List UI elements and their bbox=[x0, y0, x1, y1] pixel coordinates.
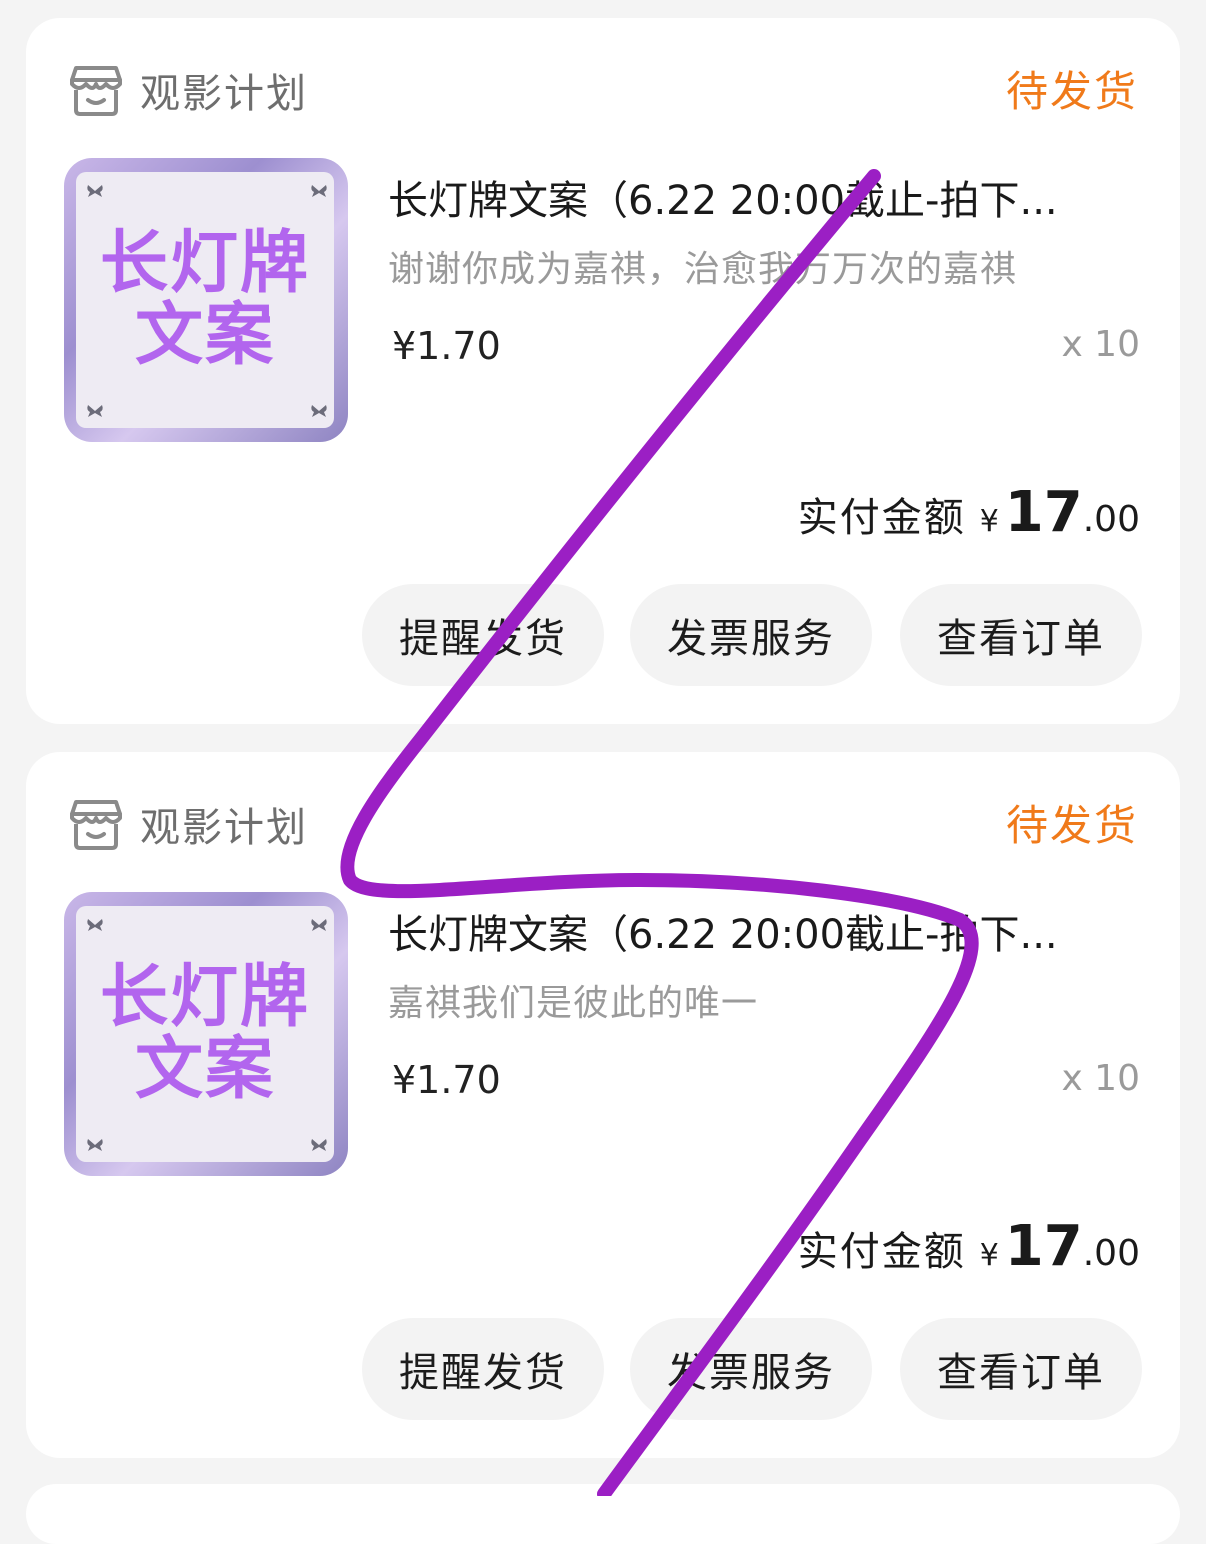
product-title[interactable]: 长灯牌文案（6.22 20:00截止-拍下... bbox=[388, 168, 1148, 226]
view-order-button[interactable]: 查看订单 bbox=[900, 584, 1142, 686]
thumbnail-text-line1: 长灯牌 bbox=[99, 224, 310, 303]
product-thumbnail[interactable]: 长灯牌 文案 bbox=[64, 892, 348, 1176]
unit-price: ¥1.70 bbox=[392, 324, 501, 368]
remind-shipping-button[interactable]: 提醒发货 bbox=[362, 584, 604, 686]
shop-name[interactable]: 观影计划 bbox=[140, 61, 308, 119]
butterfly-icon bbox=[87, 1139, 103, 1151]
store-icon bbox=[70, 800, 122, 850]
quantity: x 10 bbox=[1061, 1058, 1140, 1099]
total-currency: ¥ bbox=[979, 1238, 999, 1273]
order-status: 待发货 bbox=[1005, 67, 1138, 116]
thumbnail-text-line2: 文案 bbox=[134, 296, 275, 375]
butterfly-icon bbox=[311, 185, 327, 197]
order-status: 待发货 bbox=[1005, 801, 1138, 850]
invoice-service-button[interactable]: 发票服务 bbox=[630, 1318, 872, 1420]
total-integer: 17 bbox=[1004, 480, 1083, 545]
shop-header[interactable]: 观影计划 bbox=[66, 796, 308, 852]
total-amount: 实付金额 ¥ 17 .00 bbox=[798, 1214, 1140, 1279]
remind-shipping-button[interactable]: 提醒发货 bbox=[362, 1318, 604, 1420]
product-note: 嘉祺我们是彼此的唯一 bbox=[388, 983, 759, 1024]
total-label: 实付金额 bbox=[797, 495, 966, 541]
total-currency: ¥ bbox=[979, 504, 999, 539]
butterfly-icon bbox=[311, 1139, 327, 1151]
total-decimal: .00 bbox=[1082, 499, 1140, 540]
thumbnail-text-line2: 文案 bbox=[134, 1030, 275, 1109]
order-card[interactable]: 观影计划 待发货 长灯牌 文案 长灯牌文案（6.22 20:00截止-拍下...… bbox=[26, 18, 1180, 724]
store-icon bbox=[70, 66, 122, 116]
product-title[interactable]: 长灯牌文案（6.22 20:00截止-拍下... bbox=[388, 902, 1148, 960]
order-card-partial[interactable] bbox=[26, 1484, 1180, 1544]
total-integer: 17 bbox=[1004, 1214, 1083, 1279]
total-decimal: .00 bbox=[1082, 1233, 1140, 1274]
butterfly-icon bbox=[87, 185, 103, 197]
butterfly-icon bbox=[87, 405, 103, 417]
order-card[interactable]: 观影计划 待发货 长灯牌 文案 长灯牌文案（6.22 20:00截止-拍下...… bbox=[26, 752, 1180, 1458]
total-amount: 实付金额 ¥ 17 .00 bbox=[798, 480, 1140, 545]
total-label: 实付金额 bbox=[797, 1229, 966, 1275]
shop-header[interactable]: 观影计划 bbox=[66, 62, 308, 118]
butterfly-icon bbox=[87, 919, 103, 931]
thumbnail-text-line1: 长灯牌 bbox=[99, 958, 310, 1037]
butterfly-icon bbox=[311, 405, 327, 417]
product-note: 谢谢你成为嘉祺，治愈我万万次的嘉祺 bbox=[388, 249, 1018, 290]
product-thumbnail[interactable]: 长灯牌 文案 bbox=[64, 158, 348, 442]
butterfly-icon bbox=[311, 919, 327, 931]
quantity: x 10 bbox=[1061, 324, 1140, 365]
invoice-service-button[interactable]: 发票服务 bbox=[630, 584, 872, 686]
shop-name[interactable]: 观影计划 bbox=[140, 795, 308, 853]
view-order-button[interactable]: 查看订单 bbox=[900, 1318, 1142, 1420]
unit-price: ¥1.70 bbox=[392, 1058, 501, 1102]
